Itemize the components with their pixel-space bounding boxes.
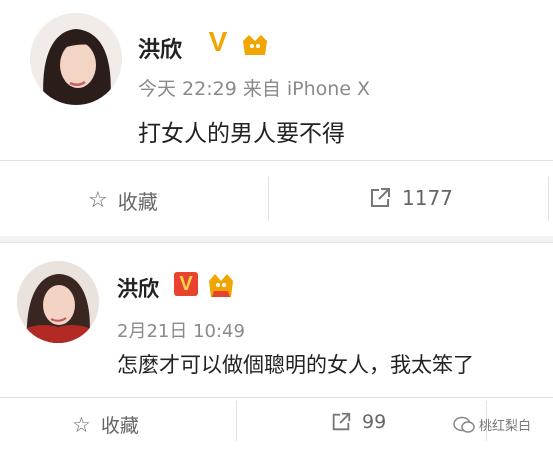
divider bbox=[0, 160, 553, 161]
favorite-button[interactable]: ☆ 收藏 bbox=[88, 186, 158, 215]
avatar[interactable] bbox=[30, 13, 122, 105]
watermark: 桃红梨白 bbox=[453, 415, 531, 434]
post-text: 怎麼才可以做個聰明的女人，我太笨了 bbox=[117, 353, 474, 377]
vip-crown-icon bbox=[206, 271, 236, 299]
verified-v-icon: V bbox=[208, 26, 228, 57]
author-name[interactable]: 洪欣 bbox=[138, 32, 182, 64]
post-2: 洪欣 V 2月21日 10:49 怎麼才可以做個聰明的女人，我太笨了 ☆ 收藏 … bbox=[0, 243, 553, 455]
action-separator bbox=[268, 177, 269, 221]
verified-v-icon: V bbox=[174, 272, 198, 296]
avatar[interactable] bbox=[17, 261, 99, 343]
post-meta: 2月21日 10:49 bbox=[117, 321, 245, 342]
favorite-label: 收藏 bbox=[117, 190, 158, 214]
share-button[interactable]: 1177 bbox=[368, 186, 453, 210]
star-icon: ☆ bbox=[88, 188, 108, 213]
action-separator bbox=[236, 401, 237, 441]
favorite-button[interactable]: ☆ 收藏 bbox=[72, 411, 139, 438]
share-count: 99 bbox=[362, 411, 387, 433]
action-separator bbox=[548, 177, 549, 221]
vip-crown-icon bbox=[240, 31, 270, 57]
author-name[interactable]: 洪欣 bbox=[117, 273, 159, 303]
star-icon: ☆ bbox=[72, 412, 91, 437]
divider bbox=[0, 397, 553, 398]
post-1: 洪欣 V 今天 22:29 来自 iPhone X 打女人的男人要不得 ☆ 收藏… bbox=[0, 0, 553, 240]
post-meta: 今天 22:29 来自 iPhone X bbox=[138, 78, 371, 100]
share-icon bbox=[371, 188, 390, 207]
wechat-icon bbox=[453, 416, 475, 433]
share-count: 1177 bbox=[402, 186, 453, 210]
share-icon bbox=[332, 412, 351, 431]
watermark-text: 桃红梨白 bbox=[479, 419, 532, 434]
share-button[interactable]: 99 bbox=[330, 411, 386, 433]
post-text: 打女人的男人要不得 bbox=[138, 121, 345, 147]
favorite-label: 收藏 bbox=[100, 415, 139, 437]
